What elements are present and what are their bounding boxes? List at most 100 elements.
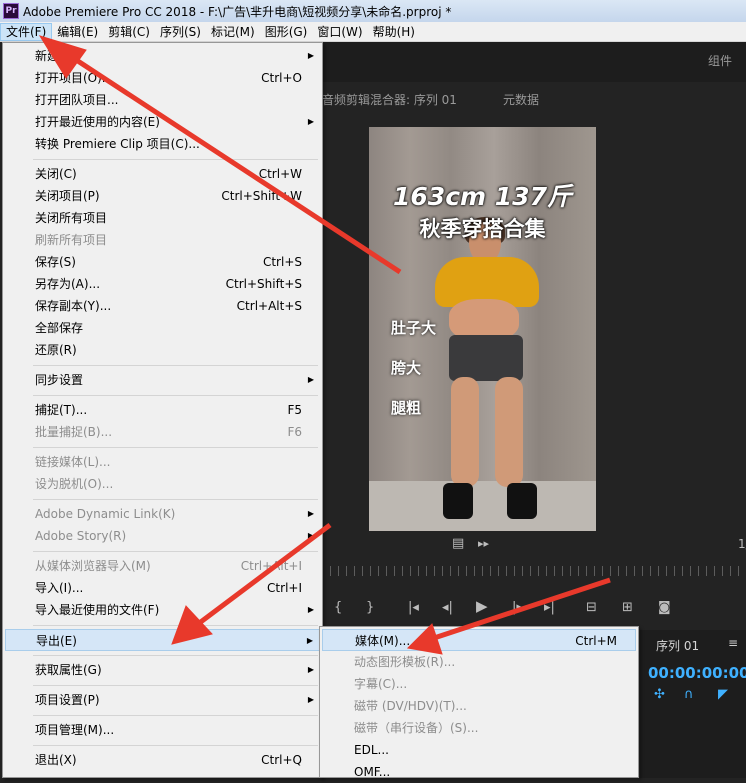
file-menu-item-shortcut: Ctrl+W [258,167,302,181]
file-menu-separator [33,655,318,656]
extract-icon[interactable]: ⊞ [622,601,633,615]
video-shoe-left [443,483,473,519]
file-menu-item-label: 全部保存 [35,321,84,335]
menubar-item-5[interactable]: 图形(G) [260,23,313,41]
file-menu-item[interactable]: 打开最近使用的内容(E) ▶ [5,111,320,133]
fit-icon[interactable]: ▸▸ [478,537,489,551]
lift-icon[interactable]: ⊟ [586,601,597,615]
menubar-item-6[interactable]: 窗口(W) [312,23,367,41]
tab-sequence-01[interactable]: 序列 01 [656,637,699,654]
export-menu-item[interactable]: 媒体(M)... Ctrl+M [322,629,636,651]
menubar-item-7[interactable]: 帮助(H) [368,23,420,41]
file-menu-item-label: 保存(S) [35,255,76,269]
tab-components[interactable]: 组件 [708,52,732,69]
file-menu-item-label: 还原(R) [35,343,77,357]
file-menu-item[interactable]: 捕捉(T)... F5 [5,399,320,421]
tab-audio-clip-mixer[interactable]: 音频剪辑混合器: 序列 01 [322,91,457,108]
file-menu-item-shortcut: Ctrl+Q [261,753,302,767]
menubar-item-2[interactable]: 剪辑(C) [103,23,155,41]
file-menu-item-shortcut: Ctrl+Alt+I [240,559,302,573]
menubar-item-4[interactable]: 标记(M) [206,23,260,41]
file-menu-item-shortcut: F6 [287,425,302,439]
file-menu-item-shortcut: Ctrl+Shift+S [225,277,302,291]
file-menu-item[interactable]: 获取属性(G) ▶ [5,659,320,681]
file-menu-separator [33,159,318,160]
tab-metadata[interactable]: 元数据 [503,91,539,108]
linked-selection-icon[interactable]: ∩ [684,688,694,702]
file-menu-item[interactable]: 同步设置 ▶ [5,369,320,391]
sequence-timecode[interactable]: 00:00:00:00 [648,664,746,682]
mark-out-icon[interactable]: } [366,601,374,615]
file-menu-item-shortcut: Ctrl+O [261,71,302,85]
export-menu-item[interactable]: OMF... [322,761,636,783]
file-menu-item-label: 保存副本(Y)... [35,299,112,313]
file-menu-item: Adobe Story(R) ▶ [5,525,320,547]
export-menu-item: 动态图形模板(R)... [322,651,636,673]
file-menu-item-label: 项目设置(P) [35,693,100,707]
file-menu-item-label: 另存为(A)... [35,277,101,291]
film-icon[interactable]: ▤ [452,537,464,551]
file-menu-item[interactable]: 全部保存 [5,317,320,339]
export-menu-item-label: 动态图形模板(R)... [354,655,456,669]
mark-in-icon[interactable]: { [334,601,342,615]
video-leg-right [495,377,523,487]
file-menu-item[interactable]: 打开团队项目... [5,89,320,111]
step-forward-icon[interactable]: |▸ [512,601,523,615]
file-menu-item[interactable]: 导入(I)... Ctrl+I [5,577,320,599]
file-menu-item[interactable]: 新建(N) ▶ [5,45,320,67]
video-floor [369,481,596,531]
file-menu-item[interactable]: 保存副本(Y)... Ctrl+Alt+S [5,295,320,317]
file-menu-item-label: 关闭项目(P) [35,189,100,203]
video-shorts [449,335,523,381]
snap-icon[interactable]: ✣ [654,688,665,702]
submenu-arrow-icon: ▶ [307,605,314,614]
step-back-icon[interactable]: ◂| [442,601,453,615]
file-menu-item-shortcut: Ctrl+I [267,581,302,595]
panel-menu-icon[interactable]: ≡ [728,636,738,650]
menubar-item-1[interactable]: 编辑(E) [52,23,103,41]
submenu-arrow-icon: ▶ [306,636,313,645]
export-menu-item: 字幕(C)... [322,673,636,695]
file-menu-separator [33,499,318,500]
file-menu-item-label: 链接媒体(L)... [35,455,111,469]
export-menu-item-label: 字幕(C)... [354,677,408,691]
file-menu-item[interactable]: 另存为(A)... Ctrl+Shift+S [5,273,320,295]
file-menu-item-label: 打开最近使用的内容(E) [35,115,160,129]
file-menu-item[interactable]: 转换 Premiere Clip 项目(C)... [5,133,320,155]
premiere-app-icon: Pr [3,3,19,19]
add-marker-icon[interactable]: ◤ [718,688,728,702]
file-menu-item-shortcut: Ctrl+S [262,255,302,269]
file-menu-item[interactable]: 还原(R) [5,339,320,361]
file-menu-item[interactable]: 关闭项目(P) Ctrl+Shift+W [5,185,320,207]
menubar-item-0[interactable]: 文件(F) [0,22,53,41]
file-menu-item-label: 导入(I)... [35,581,84,595]
go-to-out-icon[interactable]: ▸| [544,601,555,615]
menubar-item-3[interactable]: 序列(S) [155,23,206,41]
sequence-panel: 序列 01 ≡ ✣ ∩ ◤ [640,630,746,778]
menu-bar: 文件(F) 编辑(E) 剪辑(C) 序列(S) 标记(M) 图形(G) 窗口(W) 帮助(H) [0,22,746,42]
file-menu-item-label: Adobe Dynamic Link(K) [35,507,176,521]
export-menu-item[interactable]: EDL... [322,739,636,761]
play-icon[interactable]: ▶ [476,599,488,614]
file-menu-item[interactable]: 退出(X) Ctrl+Q [5,749,320,771]
file-menu-item[interactable]: 关闭所有项目 [5,207,320,229]
file-menu-item[interactable]: 项目设置(P) ▶ [5,689,320,711]
file-menu-item: 从媒体浏览器导入(M) Ctrl+Alt+I [5,555,320,577]
file-menu-item[interactable]: 保存(S) Ctrl+S [5,251,320,273]
file-menu-item-label: 打开项目(O)... [35,71,114,85]
file-menu-item-label: 从媒体浏览器导入(M) [35,559,151,573]
source-tabs: 音频剪辑混合器: 序列 01 元数据 [322,82,746,112]
submenu-arrow-icon: ▶ [307,375,314,384]
file-menu-item-shortcut: F5 [287,403,302,417]
file-menu-item: 刷新所有项目 [5,229,320,251]
go-to-in-icon[interactable]: |◂ [408,601,419,615]
file-menu-item[interactable]: 打开项目(O)... Ctrl+O [5,67,320,89]
camera-icon[interactable]: ◙ [658,601,671,615]
file-menu-item-label: 设为脱机(O)... [35,477,114,491]
file-menu-item[interactable]: 关闭(C) Ctrl+W [5,163,320,185]
file-menu-item: 批量捕捉(B)... F6 [5,421,320,443]
file-menu-item[interactable]: 项目管理(M)... [5,719,320,741]
file-menu-item[interactable]: 导入最近使用的文件(F) ▶ [5,599,320,621]
window-title: Adobe Premiere Pro CC 2018 - F:\广告\芈升电商\… [23,4,452,19]
file-menu-item[interactable]: 导出(E) ▶ [5,629,320,651]
